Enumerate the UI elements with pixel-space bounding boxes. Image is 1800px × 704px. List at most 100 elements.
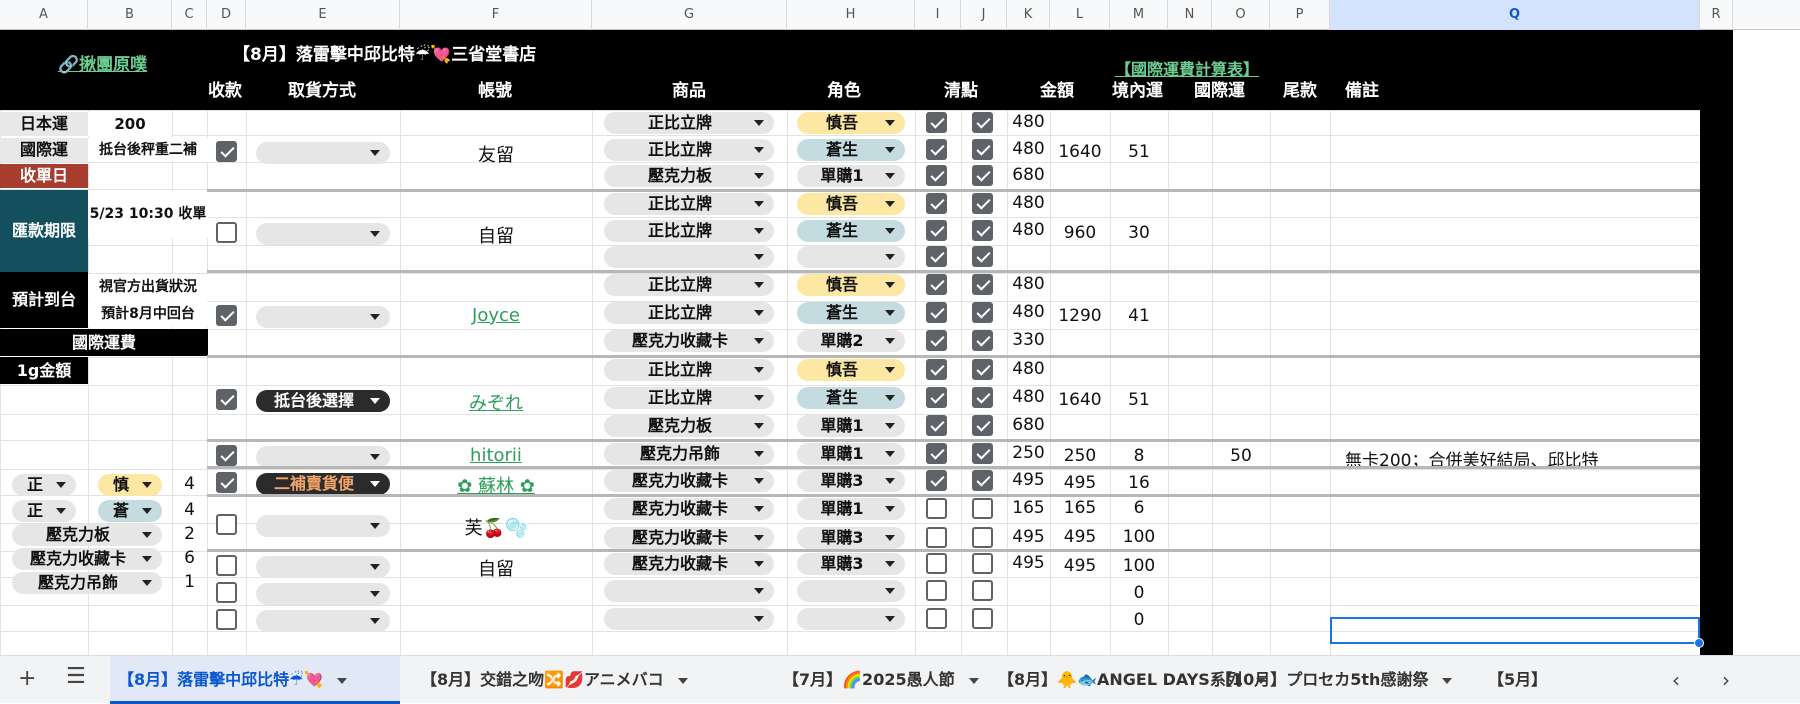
check-j-checkbox[interactable]	[972, 359, 993, 380]
role-select[interactable]: 慎吾	[797, 193, 905, 215]
check-j-checkbox[interactable]	[972, 608, 993, 629]
pickup-select[interactable]	[256, 445, 390, 468]
paid-checkbox[interactable]	[216, 221, 237, 243]
pickup-select[interactable]: 二補賣貨便	[256, 473, 390, 495]
summary-product-select[interactable]: 壓克力吊飾	[12, 572, 162, 594]
product-select[interactable]: 壓克力板	[604, 165, 774, 187]
column-header-r[interactable]: R	[1700, 0, 1733, 30]
column-header-g[interactable]: G	[592, 0, 787, 30]
role-select[interactable]: 單購3	[797, 527, 905, 549]
sheet-tab[interactable]: 【5月】	[1480, 656, 1600, 704]
column-header-b[interactable]: B	[88, 0, 172, 30]
check-i-checkbox[interactable]	[926, 220, 947, 241]
role-select[interactable]: 單購3	[797, 470, 905, 492]
scroll-right-icon[interactable]: ›	[1722, 668, 1730, 692]
check-j-checkbox[interactable]	[972, 139, 993, 160]
check-i-checkbox[interactable]	[926, 246, 947, 267]
pickup-select[interactable]	[256, 141, 390, 164]
pickup-select[interactable]	[256, 222, 390, 245]
check-i-checkbox[interactable]	[926, 165, 947, 186]
check-j-checkbox[interactable]	[972, 112, 993, 133]
paid-checkbox[interactable]	[216, 582, 237, 603]
product-select[interactable]: 壓克力收藏卡	[604, 470, 774, 492]
check-i-checkbox[interactable]	[926, 330, 947, 351]
product-select[interactable]: 正比立牌	[604, 112, 774, 134]
group-link[interactable]: 🔗揪團原噗	[58, 50, 147, 75]
summary-role-select[interactable]: 蒼	[98, 500, 162, 522]
pickup-select[interactable]	[256, 305, 390, 328]
check-j-checkbox[interactable]	[972, 527, 993, 548]
role-select[interactable]: 蒼生	[797, 302, 905, 324]
role-select[interactable]: 慎吾	[797, 359, 905, 381]
check-i-checkbox[interactable]	[926, 415, 947, 436]
chevron-down-icon[interactable]	[1442, 677, 1453, 684]
column-header-d[interactable]: D	[207, 0, 246, 30]
column-header-o[interactable]: O	[1212, 0, 1270, 30]
check-j-checkbox[interactable]	[972, 553, 993, 574]
pickup-select[interactable]: 抵台後選擇	[256, 390, 390, 412]
paid-checkbox[interactable]	[216, 554, 237, 576]
paid-checkbox[interactable]	[216, 389, 237, 410]
paid-checkbox[interactable]	[216, 472, 237, 493]
product-select[interactable]: 壓克力收藏卡	[604, 527, 774, 549]
check-i-checkbox[interactable]	[926, 527, 947, 548]
add-sheet-icon[interactable]: +	[18, 666, 36, 691]
product-select[interactable]: 正比立牌	[604, 139, 774, 161]
check-i-checkbox[interactable]	[926, 302, 947, 323]
product-select[interactable]: 正比立牌	[604, 359, 774, 381]
paid-checkbox[interactable]	[216, 140, 237, 162]
column-header-a[interactable]: A	[0, 0, 88, 30]
product-select[interactable]: 壓克力收藏卡	[604, 553, 774, 575]
check-j-checkbox[interactable]	[972, 470, 993, 491]
all-sheets-menu-icon[interactable]: ☰	[66, 664, 86, 689]
role-select[interactable]	[797, 580, 905, 602]
product-select[interactable]: 壓克力收藏卡	[604, 330, 774, 352]
role-select[interactable]: 蒼生	[797, 139, 905, 161]
pickup-select[interactable]	[256, 555, 390, 578]
paid-checkbox[interactable]	[216, 444, 237, 466]
summary-role-select[interactable]: 慎	[98, 474, 162, 496]
check-i-checkbox[interactable]	[926, 359, 947, 380]
product-select[interactable]: 正比立牌	[604, 302, 774, 324]
account-name[interactable]: hitorii	[400, 445, 592, 466]
chevron-down-icon[interactable]	[337, 677, 348, 684]
check-j-checkbox[interactable]	[972, 246, 993, 267]
selection-handle[interactable]	[1694, 638, 1704, 648]
summary-product-select[interactable]: 壓克力板	[12, 524, 162, 546]
column-header-l[interactable]: L	[1050, 0, 1110, 30]
check-j-checkbox[interactable]	[972, 193, 993, 214]
role-select[interactable]: 蒼生	[797, 387, 905, 409]
sheet-tab[interactable]: 【7月】🌈2025愚人節	[775, 656, 980, 704]
check-i-checkbox[interactable]	[926, 608, 947, 629]
account-name[interactable]: Joyce	[400, 305, 592, 326]
column-header-k[interactable]: K	[1007, 0, 1050, 30]
check-j-checkbox[interactable]	[972, 330, 993, 351]
pickup-select[interactable]	[256, 609, 390, 632]
product-select[interactable]	[604, 608, 774, 630]
check-i-checkbox[interactable]	[926, 443, 947, 464]
check-i-checkbox[interactable]	[926, 274, 947, 295]
check-j-checkbox[interactable]	[972, 580, 993, 601]
sheet-tab[interactable]: 【8月】交錯之吻🔀💋アニメバコ	[413, 656, 763, 704]
column-header-h[interactable]: H	[787, 0, 915, 30]
column-header-j[interactable]: J	[961, 0, 1007, 30]
check-j-checkbox[interactable]	[972, 302, 993, 323]
account-name[interactable]: みぞれ	[400, 389, 592, 415]
pickup-select[interactable]	[256, 514, 390, 537]
role-select[interactable]: 慎吾	[797, 112, 905, 134]
product-select[interactable]: 壓克力板	[604, 415, 774, 437]
role-select[interactable]: 單購2	[797, 330, 905, 352]
role-select[interactable]	[797, 608, 905, 630]
check-i-checkbox[interactable]	[926, 498, 947, 519]
check-j-checkbox[interactable]	[972, 387, 993, 408]
pickup-select[interactable]	[256, 583, 390, 605]
check-i-checkbox[interactable]	[926, 580, 947, 601]
column-header-f[interactable]: F	[400, 0, 592, 30]
check-i-checkbox[interactable]	[926, 553, 947, 574]
column-header-q[interactable]: Q	[1330, 0, 1700, 30]
role-select[interactable]: 單購1	[797, 165, 905, 187]
sheet-tab[interactable]: 【8月】落雷擊中邱比特☔💘	[110, 656, 400, 704]
paid-checkbox[interactable]	[216, 608, 237, 630]
role-select[interactable]: 單購1	[797, 415, 905, 437]
summary-type-select[interactable]: 正	[12, 474, 76, 496]
